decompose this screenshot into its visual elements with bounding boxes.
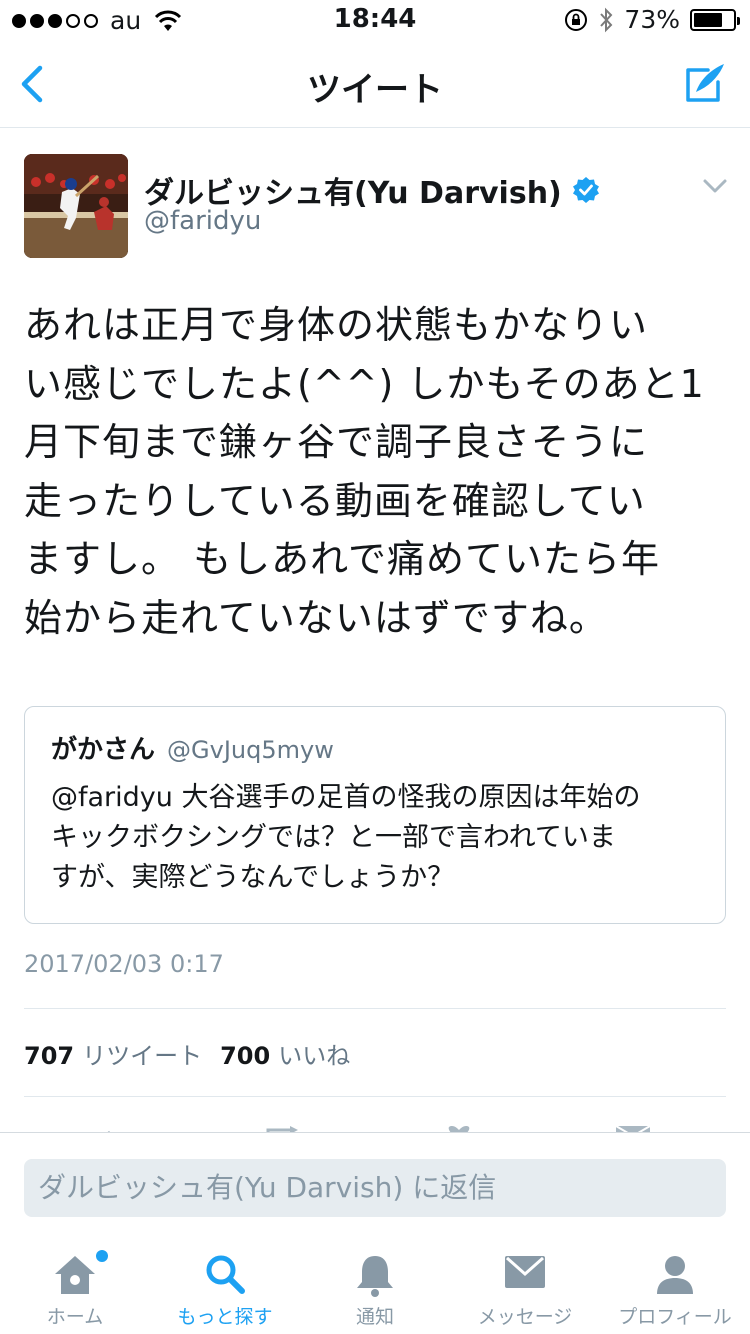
quoted-tweet-header: がかさん @GvJuq5myw <box>51 729 699 766</box>
like-count[interactable]: 700 <box>220 1042 270 1070</box>
tweet-text-line: 走ったりしている動画を確認してい <box>24 478 646 523</box>
tab-label: メッセージ <box>477 1306 573 1328</box>
divider <box>24 1008 726 1009</box>
tab-label: 通知 <box>355 1306 394 1328</box>
quoted-text-line: キックボクシングでは？と一部で言われていま <box>51 822 616 853</box>
engagement-stats: 707 リツイート 700 いいね <box>24 1036 368 1071</box>
orientation-lock-icon <box>565 8 588 31</box>
envelope-icon <box>505 1256 545 1288</box>
quoted-tweet-text: @faridyu 大谷選手の足首の怪我の原因は年始の キックボクシングでは？と一… <box>51 778 699 898</box>
notification-dot <box>96 1250 108 1262</box>
retweet-label[interactable]: リツイート <box>82 1036 202 1071</box>
quoted-tweet-card[interactable]: がかさん @GvJuq5myw @faridyu 大谷選手の足首の怪我の原因は年… <box>24 706 726 924</box>
author-handle[interactable]: @faridyu <box>144 206 261 236</box>
tab-explore[interactable]: もっと探す <box>150 1236 300 1334</box>
page-title: ツイート <box>307 70 443 110</box>
tab-home[interactable]: ホーム <box>0 1236 150 1334</box>
person-icon <box>657 1256 693 1294</box>
battery-fill <box>694 12 722 27</box>
tweet-text-line: 始から走れていないはずですね。 <box>24 595 608 640</box>
quoted-author-name: がかさん <box>51 735 156 765</box>
tweet-text-line: い感じでしたよ(^^) しかもそのあと1 <box>24 361 705 406</box>
tab-notifications[interactable]: 通知 <box>300 1236 450 1334</box>
tweet-text-line: ますし。 もしあれで痛めていたら年 <box>24 537 660 581</box>
divider <box>24 1096 726 1097</box>
tab-label: プロフィール <box>618 1306 732 1328</box>
tab-label: ホーム <box>46 1306 104 1328</box>
bell-icon <box>357 1256 393 1297</box>
quoted-author-handle: @GvJuq5myw <box>167 736 334 764</box>
home-icon <box>55 1256 95 1294</box>
tab-messages[interactable]: メッセージ <box>450 1236 600 1334</box>
avatar[interactable] <box>24 154 128 258</box>
verified-badge-icon <box>572 177 599 203</box>
battery-icon <box>690 8 740 31</box>
quoted-text-line: すが、実際どうなんでしょうか？ <box>51 862 455 893</box>
status-right: 73% <box>564 5 740 34</box>
bluetooth-icon <box>600 7 613 32</box>
tab-profile[interactable]: プロフィール <box>600 1236 750 1334</box>
tweet-text-line: あれは正月で身体の状態もかなりい <box>24 303 649 347</box>
reply-bar: ダルビッシュ有(Yu Darvish) に返信 <box>0 1132 750 1236</box>
compose-tweet-icon[interactable] <box>682 60 728 106</box>
search-icon <box>206 1255 245 1294</box>
tweet-timestamp: 2017/02/03 0:17 <box>24 950 224 978</box>
chevron-down-icon[interactable] <box>702 176 728 196</box>
like-label[interactable]: いいね <box>278 1036 350 1071</box>
retweet-count[interactable]: 707 <box>24 1042 74 1070</box>
tab-label: もっと探す <box>177 1306 273 1328</box>
navigation-bar: ツイート <box>0 40 750 128</box>
battery-percent: 73% <box>624 5 680 34</box>
status-bar: au 18:44 73% <box>0 0 750 40</box>
tweet-text-line: 月下旬まで鎌ヶ谷で調子良さそうに <box>24 420 649 464</box>
avatar-baseball-photo <box>24 154 128 258</box>
quoted-text-line: @faridyu 大谷選手の足首の怪我の原因は年始の <box>51 782 641 813</box>
tweet-detail-screen: au 18:44 73% ツイート ダルビッシュ有(Yu Darvish) @f… <box>0 0 750 1334</box>
tab-bar: ホーム もっと探す 通知 メッセージ プロフィール <box>0 1236 750 1334</box>
reply-input[interactable]: ダルビッシュ有(Yu Darvish) に返信 <box>24 1159 726 1217</box>
tweet-text: あれは正月で身体の状態もかなりい い感じでしたよ(^^) しかもそのあと1 月下… <box>24 296 730 647</box>
